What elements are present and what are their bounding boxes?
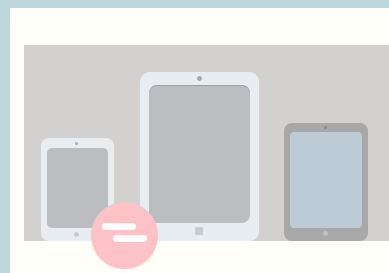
page: { "scene": { "devices": ["small-white-ta… [0, 0, 389, 273]
home-button [195, 227, 203, 235]
large-white-tablet [140, 72, 259, 241]
home-button [323, 231, 328, 236]
camera-dot [324, 126, 327, 129]
tablet-screen [290, 132, 362, 228]
dark-gray-tablet [284, 123, 368, 241]
device-illustration [24, 45, 389, 241]
camera-dot [197, 76, 202, 81]
tablet-screen [149, 85, 250, 223]
menu-lines-icon [113, 235, 147, 242]
menu-lines-icon [102, 223, 136, 230]
menu-badge-button[interactable] [91, 202, 158, 269]
camera-dot [75, 142, 78, 145]
home-button [74, 232, 79, 237]
